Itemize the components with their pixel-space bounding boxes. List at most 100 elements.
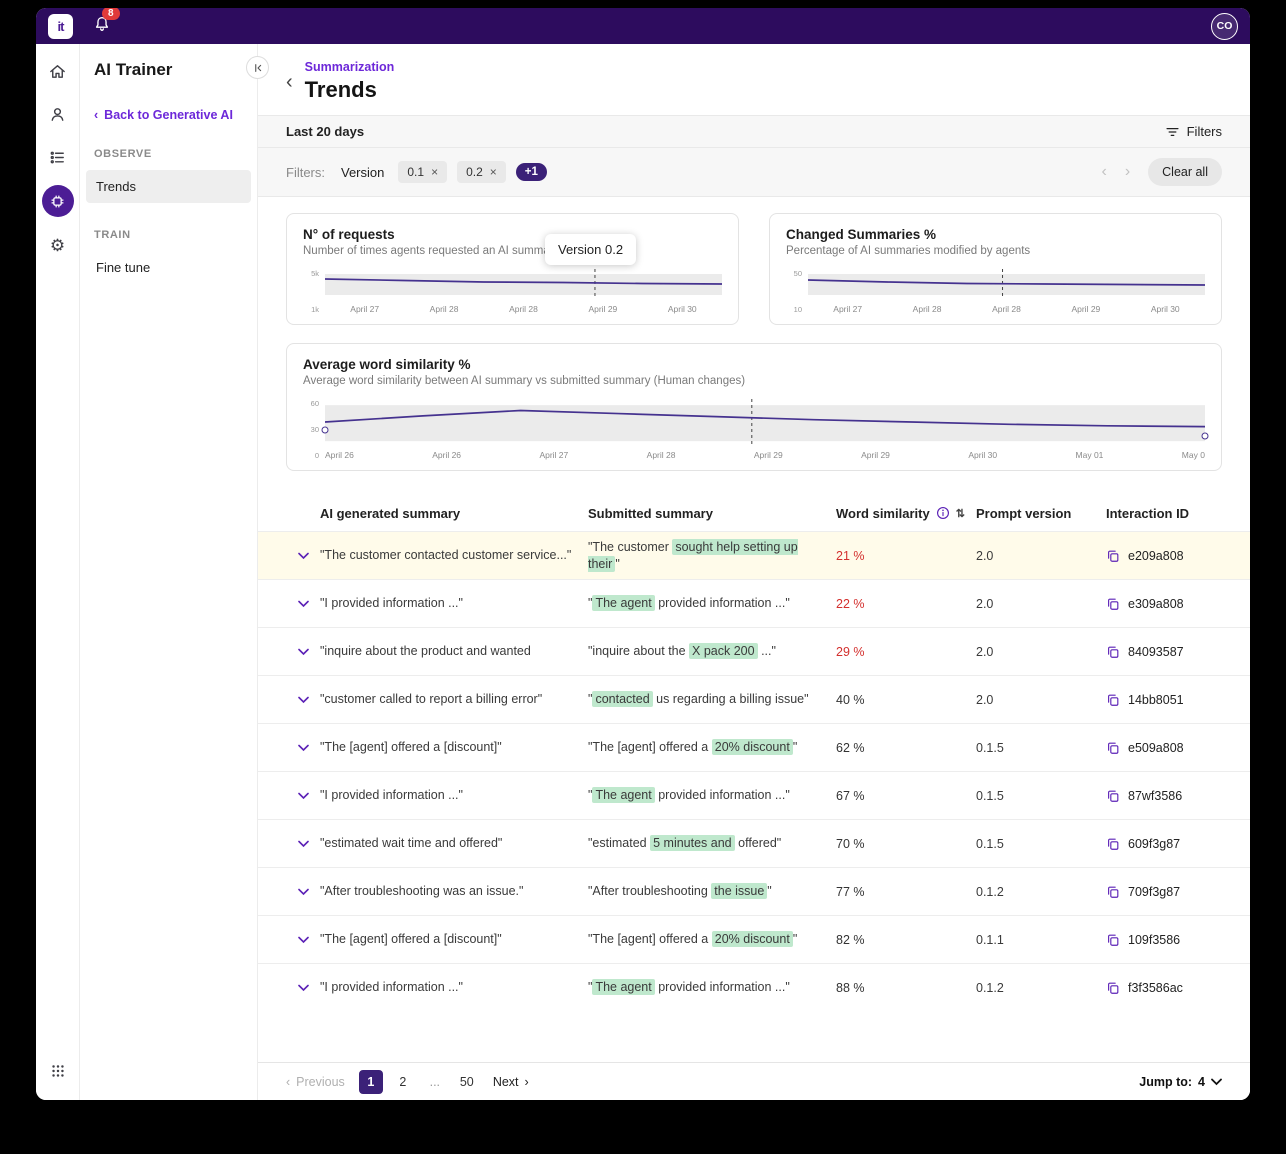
- copy-icon[interactable]: [1106, 789, 1120, 803]
- clear-all-button[interactable]: Clear all: [1148, 158, 1222, 186]
- copy-icon[interactable]: [1106, 693, 1120, 707]
- chevron-left-icon: ‹: [286, 1075, 290, 1089]
- word-similarity-cell: 67 %: [836, 789, 976, 803]
- sidebar-item-trends[interactable]: Trends: [86, 170, 251, 203]
- highlighted-diff: The agent: [592, 595, 654, 611]
- expand-row-icon[interactable]: [286, 792, 320, 800]
- app-grid-icon[interactable]: [43, 1056, 73, 1086]
- back-to-generative-ai-link[interactable]: ‹ Back to Generative AI: [94, 108, 243, 122]
- table-row[interactable]: "customer called to report a billing err…: [258, 675, 1250, 723]
- agents-icon[interactable]: [43, 99, 73, 129]
- page-ellipsis: ...: [423, 1070, 447, 1094]
- submitted-summary-cell: "inquire about the X pack 200 ...": [588, 643, 836, 659]
- prompt-version-cell: 0.1.5: [976, 741, 1106, 755]
- filter-chip-0-1[interactable]: 0.1 ×: [398, 161, 447, 183]
- table-body: "The customer contacted customer service…: [258, 531, 1250, 1011]
- sort-icon[interactable]: ⇅: [956, 507, 965, 520]
- table-row[interactable]: "I provided information ..." "The agent …: [258, 963, 1250, 1011]
- highlighted-diff: X pack 200: [689, 643, 758, 659]
- page-button[interactable]: 2: [391, 1070, 415, 1094]
- filter-chip-0-2[interactable]: 0.2 ×: [457, 161, 506, 183]
- interaction-id-cell: 609f3g87: [1106, 837, 1222, 851]
- table-row[interactable]: "estimated wait time and offered" "estim…: [258, 819, 1250, 867]
- interaction-id-cell: 709f3g87: [1106, 885, 1222, 899]
- table-row[interactable]: "After troubleshooting was an issue." "A…: [258, 867, 1250, 915]
- table-row[interactable]: "The [agent] offered a [discount]" "The …: [258, 723, 1250, 771]
- page-button[interactable]: 1: [359, 1070, 383, 1094]
- sidebar: AI Trainer ‹ Back to Generative AI OBSER…: [80, 44, 258, 1100]
- chart-card-changed-summaries: Changed Summaries % Percentage of AI sum…: [769, 213, 1222, 325]
- word-similarity-cell: 82 %: [836, 933, 976, 947]
- ai-summary-cell: "I provided information ...": [320, 787, 588, 803]
- chart-card-word-similarity: Average word similarity % Average word s…: [286, 343, 1222, 471]
- expand-row-icon[interactable]: [286, 936, 320, 944]
- home-icon[interactable]: [43, 56, 73, 86]
- expand-row-icon[interactable]: [286, 840, 320, 848]
- expand-row-icon[interactable]: [286, 744, 320, 752]
- interaction-id-cell: e309a808: [1106, 597, 1222, 611]
- close-icon[interactable]: ×: [490, 165, 497, 179]
- expand-row-icon[interactable]: [286, 552, 320, 560]
- ai-summary-cell: "I provided information ...": [320, 595, 588, 611]
- highlighted-diff: The agent: [592, 979, 654, 995]
- filter-field-name: Version: [341, 165, 384, 180]
- interaction-id-cell: 87wf3586: [1106, 789, 1222, 803]
- queue-icon[interactable]: [43, 142, 73, 172]
- expand-row-icon[interactable]: [286, 648, 320, 656]
- line-chart: April 27April 28April 28April 29April 30: [808, 269, 1205, 314]
- col-ai-generated-summary: AI generated summary: [320, 506, 588, 521]
- copy-icon[interactable]: [1106, 597, 1120, 611]
- copy-icon[interactable]: [1106, 933, 1120, 947]
- more-filters-badge[interactable]: +1: [516, 163, 547, 181]
- chart-title: Changed Summaries %: [786, 227, 1205, 242]
- prompt-version-cell: 2.0: [976, 645, 1106, 659]
- app-logo[interactable]: it: [48, 14, 73, 39]
- prompt-version-cell: 0.1.5: [976, 837, 1106, 851]
- collapse-sidebar-button[interactable]: [246, 56, 269, 79]
- filters-button[interactable]: Filters: [1165, 124, 1222, 139]
- app-window: it 8 CO ⚙: [36, 8, 1250, 1100]
- main-content: ‹ Summarization Trends Last 20 days Filt…: [258, 44, 1250, 1100]
- previous-page-button[interactable]: ‹ Previous: [286, 1075, 345, 1089]
- table-row[interactable]: "I provided information ..." "The agent …: [258, 579, 1250, 627]
- expand-row-icon[interactable]: [286, 600, 320, 608]
- chart-subtitle: Number of times agents requested an AI s…: [303, 245, 722, 257]
- word-similarity-cell: 21 %: [836, 549, 976, 563]
- expand-row-icon[interactable]: [286, 888, 320, 896]
- ai-trainer-icon[interactable]: [42, 185, 74, 217]
- user-avatar[interactable]: CO: [1211, 13, 1238, 40]
- table-row[interactable]: "The [agent] offered a [discount]" "The …: [258, 915, 1250, 963]
- jump-to-selector[interactable]: Jump to: 4: [1139, 1075, 1222, 1089]
- next-page-button[interactable]: Next ›: [493, 1075, 529, 1089]
- chevron-right-icon: ›: [525, 1075, 529, 1089]
- close-icon[interactable]: ×: [431, 165, 438, 179]
- settings-icon[interactable]: ⚙: [43, 230, 73, 260]
- notification-badge: 8: [102, 8, 120, 20]
- copy-icon[interactable]: [1106, 885, 1120, 899]
- table-row[interactable]: "inquire about the product and wanted "i…: [258, 627, 1250, 675]
- copy-icon[interactable]: [1106, 837, 1120, 851]
- filters-scroll-left-icon[interactable]: ‹: [1101, 163, 1106, 181]
- expand-row-icon[interactable]: [286, 696, 320, 704]
- copy-icon[interactable]: [1106, 645, 1120, 659]
- copy-icon[interactable]: [1106, 741, 1120, 755]
- page-button[interactable]: 50: [455, 1070, 479, 1094]
- section-label-train: TRAIN: [94, 229, 243, 241]
- notifications-button[interactable]: 8: [93, 15, 111, 38]
- copy-icon[interactable]: [1106, 981, 1120, 995]
- info-icon[interactable]: [936, 506, 950, 520]
- submitted-summary-cell: "The [agent] offered a 20% discount": [588, 931, 836, 947]
- page-header: ‹ Summarization Trends: [258, 44, 1250, 115]
- sidebar-item-fine-tune[interactable]: Fine tune: [86, 251, 251, 284]
- ai-summary-cell: "The customer contacted customer service…: [320, 547, 588, 563]
- table-row[interactable]: "The customer contacted customer service…: [258, 531, 1250, 579]
- interaction-id-cell: 84093587: [1106, 645, 1222, 659]
- expand-row-icon[interactable]: [286, 984, 320, 992]
- page-back-icon[interactable]: ‹: [286, 72, 293, 92]
- word-similarity-cell: 88 %: [836, 981, 976, 995]
- breadcrumb[interactable]: Summarization: [305, 60, 395, 74]
- filters-scroll-right-icon[interactable]: ›: [1125, 163, 1130, 181]
- prompt-version-cell: 0.1.5: [976, 789, 1106, 803]
- table-row[interactable]: "I provided information ..." "The agent …: [258, 771, 1250, 819]
- copy-icon[interactable]: [1106, 549, 1120, 563]
